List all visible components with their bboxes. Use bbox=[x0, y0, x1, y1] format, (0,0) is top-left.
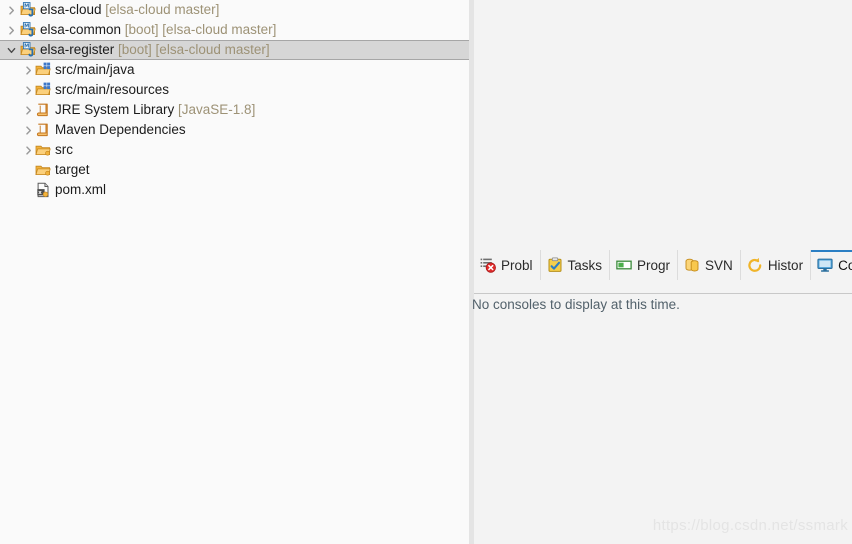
chevron-right-icon[interactable] bbox=[4, 20, 18, 40]
console-output-area[interactable] bbox=[474, 316, 852, 544]
tree-item-label: JRE System Library [JavaSE-1.8] bbox=[55, 102, 256, 117]
package-explorer-panel[interactable]: Melsa-cloud [elsa-cloud master] Melsa-com… bbox=[0, 0, 469, 544]
tree-item-label: elsa-common [boot] [elsa-cloud master] bbox=[40, 22, 277, 37]
tasks-icon bbox=[547, 257, 563, 273]
tree-item-src-main-java[interactable]: src/main/java bbox=[0, 60, 469, 80]
console-body: No consoles to display at this time. bbox=[472, 280, 852, 544]
history-icon bbox=[747, 257, 763, 273]
tree-item-src[interactable]: src bbox=[0, 140, 469, 160]
editor-area bbox=[474, 0, 852, 249]
console-icon bbox=[817, 257, 833, 273]
tab-console[interactable]: Cons bbox=[810, 250, 852, 280]
svn-icon bbox=[684, 257, 700, 273]
source-folder-icon bbox=[35, 82, 51, 98]
xml-file-icon: x bbox=[35, 182, 51, 198]
eclipse-workbench-window: Melsa-cloud [elsa-cloud master] Melsa-com… bbox=[0, 0, 852, 544]
right-area: Probl Tasks Progr SVN Histor Cons No consoles… bbox=[472, 0, 852, 544]
maven-project-folder-icon: M bbox=[20, 42, 36, 58]
tab-label: Histor bbox=[767, 257, 804, 273]
tab-label: Tasks bbox=[567, 257, 603, 273]
tree-item-maven-dependencies[interactable]: Maven Dependencies bbox=[0, 120, 469, 140]
bottom-view-tabstrip[interactable]: Probl Tasks Progr SVN Histor Cons bbox=[474, 249, 852, 281]
tree-item-decoration: [boot] [elsa-cloud master] bbox=[121, 22, 277, 37]
folder-icon bbox=[35, 162, 51, 178]
tree-item-label: src bbox=[55, 142, 73, 157]
tree-item-decoration: [elsa-cloud master] bbox=[101, 2, 220, 17]
svg-text:M: M bbox=[24, 4, 29, 10]
problems-icon bbox=[480, 257, 496, 273]
tree-item-pom-xml[interactable]: x pom.xml bbox=[0, 180, 469, 200]
source-folder-icon bbox=[35, 62, 51, 78]
tab-label: Probl bbox=[501, 257, 533, 273]
tree-item-label: src/main/resources bbox=[55, 82, 170, 97]
tree-item-elsa-common[interactable]: Melsa-common [boot] [elsa-cloud master] bbox=[0, 20, 469, 40]
tree-item-src-main-resources[interactable]: src/main/resources bbox=[0, 80, 469, 100]
tree-item-label: elsa-cloud [elsa-cloud master] bbox=[40, 2, 220, 17]
chevron-right-icon[interactable] bbox=[4, 0, 18, 20]
tree-item-elsa-register[interactable]: Melsa-register [boot] [elsa-cloud master… bbox=[0, 40, 469, 60]
tree-item-target[interactable]: target bbox=[0, 160, 469, 180]
chevron-right-icon[interactable] bbox=[21, 140, 35, 160]
watermark-text: https://blog.csdn.net/ssmark bbox=[652, 517, 848, 534]
folder-icon bbox=[35, 142, 51, 158]
tab-label: Progr bbox=[637, 257, 671, 273]
maven-project-folder-icon: M bbox=[20, 22, 36, 38]
console-empty-message: No consoles to display at this time. bbox=[472, 297, 680, 312]
tree-item-label: Maven Dependencies bbox=[55, 122, 186, 137]
tree-item-elsa-cloud[interactable]: Melsa-cloud [elsa-cloud master] bbox=[0, 0, 469, 20]
svg-text:M: M bbox=[24, 24, 29, 30]
tab-progress[interactable]: Progr bbox=[609, 250, 677, 280]
svg-text:M: M bbox=[24, 44, 29, 50]
maven-project-folder-icon: M bbox=[20, 2, 36, 18]
tree-item-label: target bbox=[55, 162, 90, 177]
chevron-right-icon[interactable] bbox=[21, 80, 35, 100]
tree-item-label: pom.xml bbox=[55, 182, 107, 197]
library-icon bbox=[35, 102, 51, 118]
library-icon bbox=[35, 122, 51, 138]
tab-label: Cons bbox=[838, 257, 852, 273]
tab-label: SVN bbox=[705, 257, 733, 273]
chevron-right-icon[interactable] bbox=[21, 100, 35, 120]
chevron-right-icon[interactable] bbox=[21, 120, 35, 140]
tab-svn[interactable]: SVN bbox=[677, 250, 740, 280]
chevron-down-icon[interactable] bbox=[4, 41, 18, 59]
tree-item-label: elsa-register [boot] [elsa-cloud master] bbox=[40, 42, 270, 57]
progress-icon bbox=[616, 257, 632, 273]
tree-item-decoration: [boot] [elsa-cloud master] bbox=[114, 42, 270, 57]
tab-problems[interactable]: Probl bbox=[474, 250, 540, 280]
tab-tasks[interactable]: Tasks bbox=[539, 250, 610, 280]
chevron-right-icon[interactable] bbox=[21, 60, 35, 80]
tree-item-jre-system-library[interactable]: JRE System Library [JavaSE-1.8] bbox=[0, 100, 469, 120]
tree-item-label: src/main/java bbox=[55, 62, 135, 77]
project-tree[interactable]: Melsa-cloud [elsa-cloud master] Melsa-com… bbox=[0, 0, 469, 200]
tab-history[interactable]: Histor bbox=[739, 250, 810, 280]
console-message-row: No consoles to display at this time. bbox=[472, 293, 852, 317]
console-view: Probl Tasks Progr SVN Histor Cons No consoles… bbox=[472, 249, 852, 544]
tree-item-decoration: [JavaSE-1.8] bbox=[174, 102, 256, 117]
svg-text:x: x bbox=[38, 190, 42, 196]
